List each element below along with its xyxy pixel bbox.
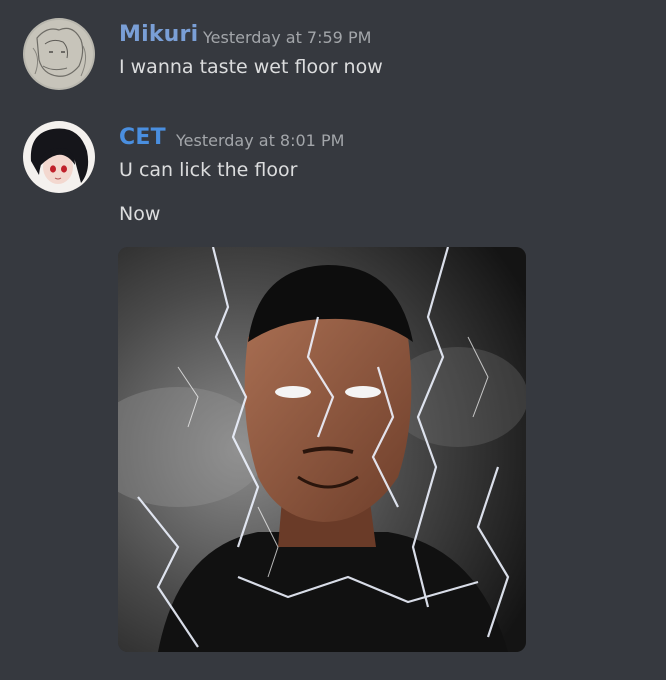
cet-message-line-1: U can lick the floor xyxy=(119,159,298,181)
mikuri-timestamp: Yesterday at 7:59 PM xyxy=(203,28,372,47)
cet-message-line-2: Now xyxy=(119,203,161,225)
cet-username[interactable]: CET xyxy=(119,125,166,150)
lightning-meme-image xyxy=(118,247,526,652)
gif-attachment[interactable] xyxy=(118,247,526,652)
anime-sketch-avatar-icon xyxy=(23,18,95,90)
anime-dark-hair-avatar-icon xyxy=(23,121,95,193)
mikuri-avatar[interactable] xyxy=(23,18,95,90)
mikuri-message-text: I wanna taste wet floor now xyxy=(119,56,383,78)
cet-avatar[interactable] xyxy=(23,121,95,193)
cet-timestamp: Yesterday at 8:01 PM xyxy=(176,131,345,150)
mikuri-username[interactable]: Mikuri xyxy=(119,22,198,47)
